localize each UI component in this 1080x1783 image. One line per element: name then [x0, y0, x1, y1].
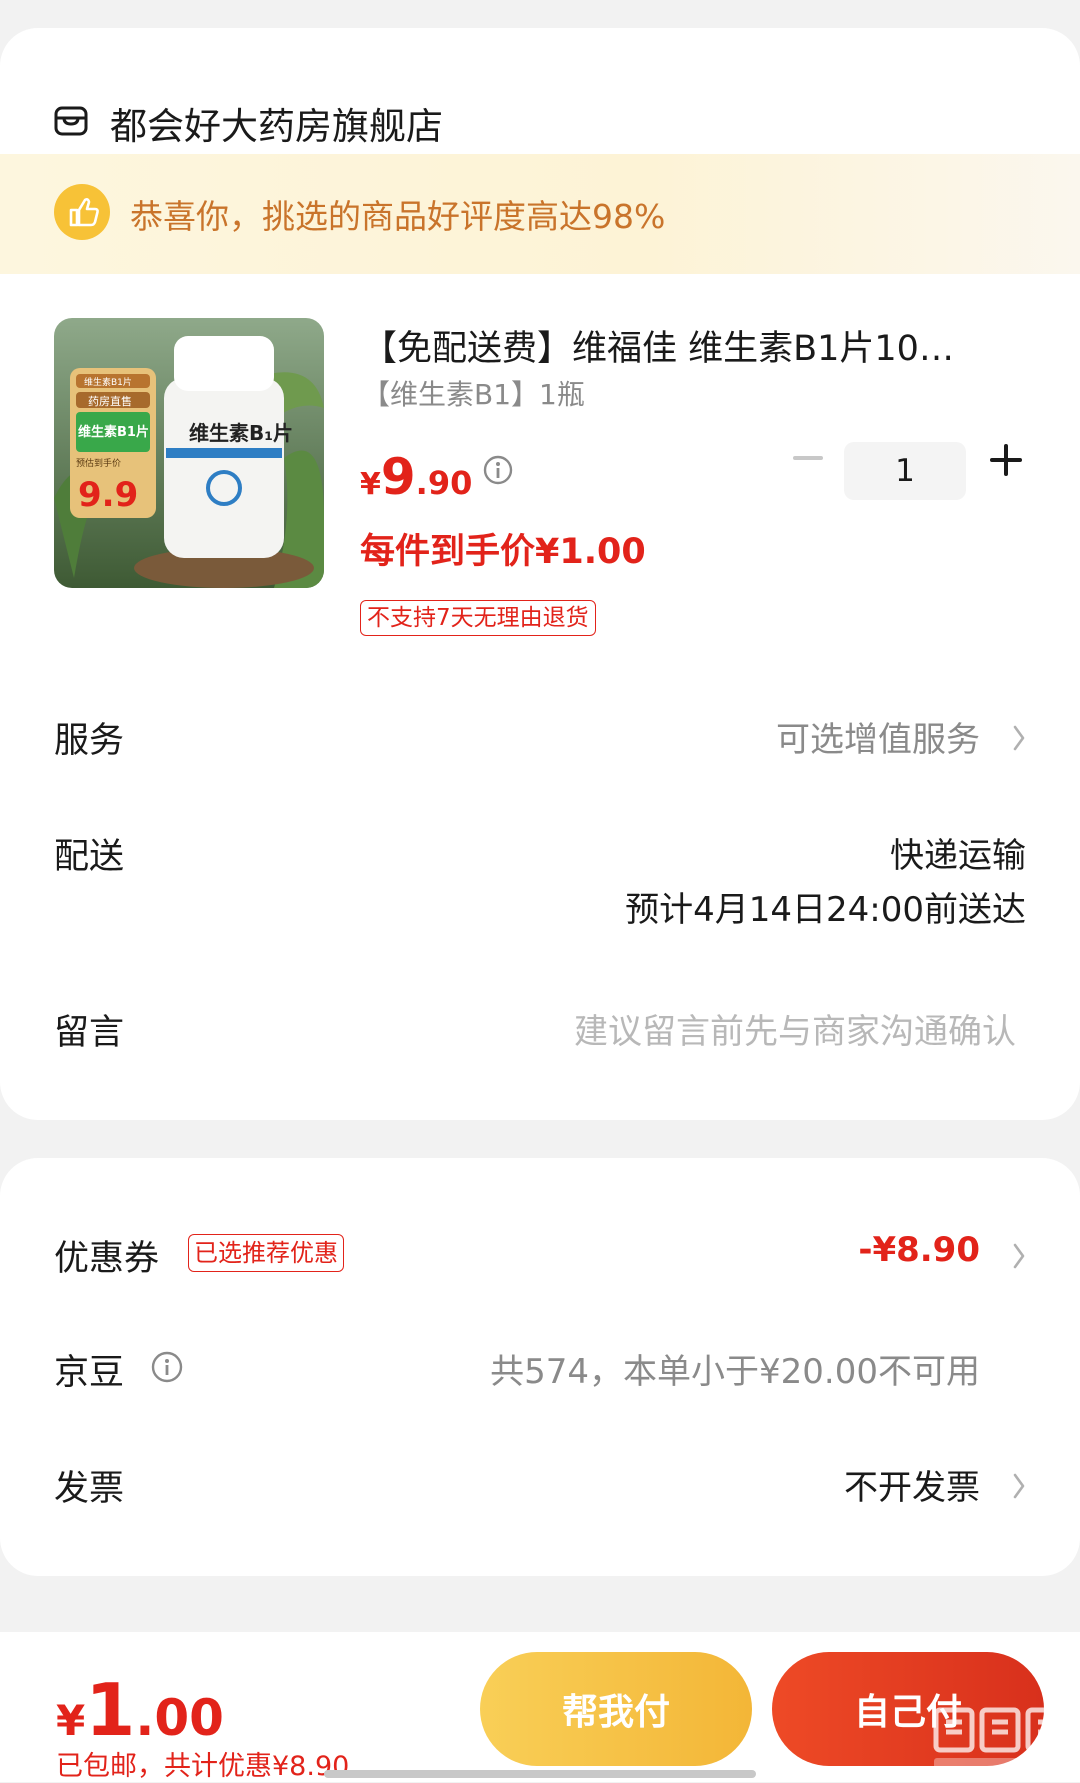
delivery-method: 快递运输 [890, 836, 1026, 876]
quantity-increase-button[interactable] [984, 438, 1028, 482]
badge-line2: 药房直售 [88, 394, 132, 408]
total-savings: 已包邮，共计优惠¥8.90 [56, 1751, 350, 1782]
order-discount-card: 优惠券 已选推荐优惠 -¥8.90 京豆 共574，本单小于¥20.00不可用 … [0, 1158, 1080, 1576]
chevron-right-icon [1012, 1472, 1026, 1504]
price-info-icon[interactable] [482, 454, 514, 490]
help-pay-button[interactable]: 帮我付 [480, 1652, 752, 1766]
delivery-eta: 预计4月14日24:00前送达 [625, 890, 1026, 930]
chevron-right-icon [1012, 724, 1026, 756]
badge-price: 9.9 [78, 475, 138, 515]
price-symbol: ¥ [360, 467, 381, 502]
invoice-value: 不开发票 [844, 1468, 980, 1508]
invoice-row[interactable]: 发票 不开发票 [54, 1456, 1026, 1516]
delivery-label: 配送 [54, 837, 125, 877]
jingdou-row[interactable]: 京豆 共574，本单小于¥20.00不可用 [54, 1340, 1026, 1400]
total-decimal: .00 [135, 1689, 224, 1747]
return-policy-tag: 不支持7天无理由退货 [360, 600, 596, 636]
service-row[interactable]: 服务 可选增值服务 [54, 708, 1026, 768]
message-row[interactable]: 留言 建议留言前先与商家沟通确认 [54, 1000, 1026, 1060]
coupon-label: 优惠券 [54, 1239, 160, 1279]
invoice-label: 发票 [54, 1469, 125, 1509]
total-integer: 1 [85, 1668, 136, 1752]
product-spec[interactable]: 【维生素B1】1瓶 [362, 373, 585, 413]
jingdou-info-icon[interactable] [150, 1350, 184, 1388]
net-price: 每件到手价¥1.00 [360, 532, 646, 572]
price-decimal: .90 [415, 464, 473, 502]
store-icon [54, 106, 88, 140]
jingdou-label: 京豆 [54, 1353, 125, 1393]
order-store-card: 都会好大药房旗舰店 恭喜你，挑选的商品好评度高达98% 维生素B₁片 维生素B1… [0, 28, 1080, 1120]
badge-sub: 预估到手价 [76, 457, 121, 469]
thumbs-up-icon [54, 184, 110, 244]
store-name: 都会好大药房旗舰店 [110, 105, 443, 148]
coupon-tag: 已选推荐优惠 [188, 1234, 344, 1272]
badge-line1: 维生素B1片 [84, 376, 132, 388]
coupon-row[interactable]: 优惠券 已选推荐优惠 -¥8.90 [54, 1226, 1026, 1286]
chevron-right-icon [1012, 1242, 1026, 1274]
service-label: 服务 [54, 721, 125, 761]
watermark-logo [928, 1698, 1074, 1778]
coupon-value: -¥8.90 [858, 1230, 980, 1270]
promo-text: 恭喜你，挑选的商品好评度高达98% [130, 197, 666, 236]
quantity-value[interactable]: 1 [844, 442, 966, 500]
badge-main: 维生素B1片 [78, 424, 149, 440]
product-price: ¥ 9 .90 [360, 448, 472, 506]
price-integer: 9 [380, 448, 416, 506]
service-value: 可选增值服务 [776, 720, 980, 760]
quantity-decrease-button[interactable] [788, 438, 828, 478]
delivery-row[interactable]: 配送 快递运输 预计4月14日24:00前送达 [54, 824, 1026, 934]
total-symbol: ¥ [56, 1696, 86, 1745]
checkout-bar: ¥ 1 .00 已包邮，共计优惠¥8.90 帮我付 自己付 [0, 1632, 1080, 1782]
total-price: ¥ 1 .00 [56, 1668, 224, 1752]
jingdou-value: 共574，本单小于¥20.00不可用 [490, 1352, 980, 1392]
product-title[interactable]: 【免配送费】维福佳 维生素B1片10… [362, 320, 1012, 371]
home-indicator [324, 1770, 756, 1778]
product-image[interactable]: 维生素B₁片 维生素B1片 药房直售 维生素B1片 预估到手价 9.9 [54, 318, 324, 588]
message-label: 留言 [54, 1013, 125, 1053]
message-input[interactable]: 建议留言前先与商家沟通确认 [574, 1004, 1016, 1053]
bottle-label: 维生素B₁片 [189, 421, 293, 445]
promo-banner: 恭喜你，挑选的商品好评度高达98% [0, 154, 1080, 274]
